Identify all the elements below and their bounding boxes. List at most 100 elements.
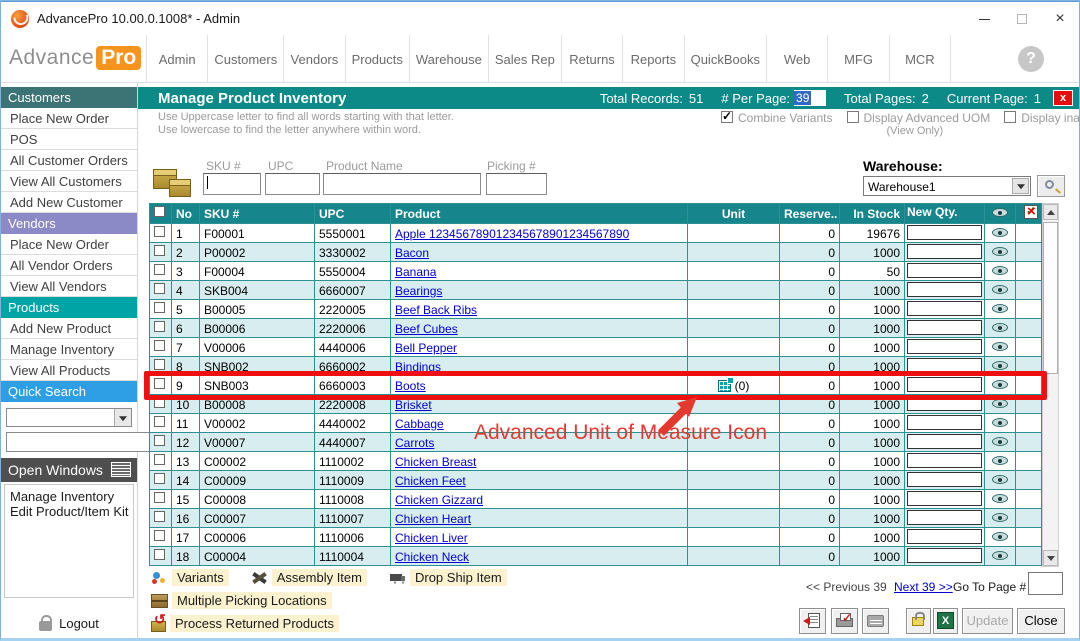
- col-header-new-qty[interactable]: New Qty.: [905, 204, 985, 223]
- product-name-search-input[interactable]: [323, 173, 481, 195]
- col-header-product[interactable]: Product: [391, 204, 688, 223]
- minimize-button[interactable]: [965, 2, 1003, 36]
- new-qty-input[interactable]: [907, 339, 982, 354]
- nav-tab[interactable]: Vendors: [284, 35, 345, 83]
- new-qty-input[interactable]: [907, 263, 982, 278]
- close-page-button[interactable]: x: [1053, 90, 1073, 106]
- eye-icon[interactable]: [992, 418, 1008, 427]
- upc-search-input[interactable]: [265, 173, 320, 195]
- new-qty-input[interactable]: [907, 491, 982, 506]
- sku-search-input[interactable]: [203, 173, 261, 195]
- product-link[interactable]: Chicken Breast: [395, 455, 476, 469]
- eye-icon[interactable]: [992, 551, 1008, 560]
- sidebar-item[interactable]: View All Vendors: [1, 276, 137, 297]
- row-checkbox[interactable]: [154, 397, 165, 408]
- product-link[interactable]: Bacon: [395, 246, 429, 260]
- sidebar-item[interactable]: View All Products: [1, 360, 137, 381]
- product-link[interactable]: Chicken Liver: [395, 531, 468, 545]
- row-checkbox[interactable]: [154, 549, 165, 560]
- nav-tab[interactable]: Customers: [208, 35, 284, 83]
- new-qty-input[interactable]: [907, 472, 982, 487]
- product-link[interactable]: Beef Cubes: [395, 322, 458, 336]
- new-qty-input[interactable]: [907, 320, 982, 335]
- new-qty-input[interactable]: [907, 244, 982, 259]
- row-checkbox[interactable]: [154, 530, 165, 541]
- nav-tab[interactable]: MFG: [828, 35, 889, 83]
- new-qty-input[interactable]: [907, 529, 982, 544]
- close-button[interactable]: Close: [1017, 608, 1065, 634]
- row-checkbox[interactable]: [154, 511, 165, 522]
- row-checkbox[interactable]: [154, 340, 165, 351]
- previous-page-link[interactable]: << Previous 39: [806, 580, 887, 594]
- nav-tab[interactable]: Admin: [146, 35, 208, 83]
- sidebar-item[interactable]: Manage Inventory: [1, 339, 137, 360]
- warehouse-search-button[interactable]: [1037, 175, 1065, 197]
- product-link[interactable]: Chicken Heart: [395, 512, 471, 526]
- option-checkbox-row[interactable]: ✓ Display inactive: [1004, 111, 1080, 125]
- eye-icon[interactable]: [992, 228, 1008, 237]
- export-report-button[interactable]: [799, 608, 826, 634]
- sidebar-item[interactable]: Add New Customer: [1, 192, 137, 213]
- scroll-down-button[interactable]: [1043, 550, 1058, 566]
- product-link[interactable]: Chicken Neck: [395, 550, 469, 564]
- nav-tab[interactable]: MCR: [890, 35, 951, 83]
- row-checkbox[interactable]: [154, 283, 165, 294]
- new-qty-input[interactable]: [907, 453, 982, 468]
- product-link[interactable]: Chicken Gizzard: [395, 493, 483, 507]
- help-icon[interactable]: ?: [1018, 46, 1044, 72]
- col-header-reserved[interactable]: Reserve..: [780, 204, 840, 223]
- row-checkbox[interactable]: [154, 416, 165, 427]
- product-link[interactable]: Carrots: [395, 436, 434, 450]
- label-printer-button[interactable]: [862, 608, 889, 634]
- nav-tab[interactable]: Products: [346, 35, 410, 83]
- product-link[interactable]: Bearings: [395, 284, 442, 298]
- eye-icon[interactable]: [992, 323, 1008, 332]
- dropdown-arrow-icon[interactable]: [1012, 178, 1029, 194]
- sidebar-item[interactable]: POS: [1, 129, 137, 150]
- product-link[interactable]: Apple 123456789012345678901234567890: [395, 227, 629, 241]
- window-list-icon[interactable]: [111, 462, 131, 477]
- table-scrollbar[interactable]: [1042, 203, 1059, 567]
- product-link[interactable]: Banana: [395, 265, 436, 279]
- new-qty-input[interactable]: [907, 415, 982, 430]
- new-qty-input[interactable]: [907, 377, 982, 392]
- sidebar-item[interactable]: View All Customers: [1, 171, 137, 192]
- sidebar-section-products[interactable]: Products: [1, 297, 137, 318]
- product-link[interactable]: Bell Pepper: [395, 341, 457, 355]
- new-qty-input[interactable]: [907, 358, 982, 373]
- product-link[interactable]: Brisket: [395, 398, 432, 412]
- sidebar-item[interactable]: All Customer Orders: [1, 150, 137, 171]
- eye-icon[interactable]: [992, 532, 1008, 541]
- close-window-button[interactable]: ×: [1041, 2, 1079, 36]
- new-qty-input[interactable]: [907, 396, 982, 411]
- sidebar-item[interactable]: Place New Order: [1, 234, 137, 255]
- scrollbar-thumb[interactable]: [1043, 222, 1058, 374]
- sidebar-section-customers[interactable]: Customers: [1, 87, 137, 108]
- lock-button[interactable]: [906, 608, 931, 634]
- row-checkbox[interactable]: [154, 226, 165, 237]
- product-link[interactable]: Beef Back Ribs: [395, 303, 477, 317]
- new-qty-input[interactable]: [907, 510, 982, 525]
- next-page-link[interactable]: Next 39 >>: [894, 580, 953, 594]
- eye-icon[interactable]: [992, 475, 1008, 484]
- eye-icon[interactable]: [992, 285, 1008, 294]
- nav-tab[interactable]: Returns: [562, 35, 623, 83]
- new-qty-input[interactable]: [907, 282, 982, 297]
- row-checkbox[interactable]: [154, 378, 165, 389]
- print-button[interactable]: [831, 608, 858, 634]
- logout-button[interactable]: Logout: [1, 615, 137, 631]
- go-to-page-input[interactable]: [1028, 572, 1063, 595]
- sidebar-item[interactable]: Place New Order: [1, 108, 137, 129]
- option-checkbox-row[interactable]: ✓ Display Advanced UOM (View Only): [847, 111, 991, 125]
- sidebar-section-vendors[interactable]: Vendors: [1, 213, 137, 234]
- open-window-item[interactable]: Manage Inventory: [10, 489, 133, 504]
- new-qty-input[interactable]: [907, 301, 982, 316]
- product-link[interactable]: Boots: [395, 379, 426, 393]
- option-checkbox-row[interactable]: ✓ Combine Variants: [721, 111, 833, 125]
- product-link[interactable]: Cabbage: [395, 417, 444, 431]
- row-checkbox[interactable]: [154, 302, 165, 313]
- nav-tab[interactable]: Reports: [623, 35, 684, 83]
- row-checkbox[interactable]: [154, 492, 165, 503]
- nav-tab[interactable]: QuickBooks: [685, 35, 767, 83]
- row-checkbox[interactable]: [154, 435, 165, 446]
